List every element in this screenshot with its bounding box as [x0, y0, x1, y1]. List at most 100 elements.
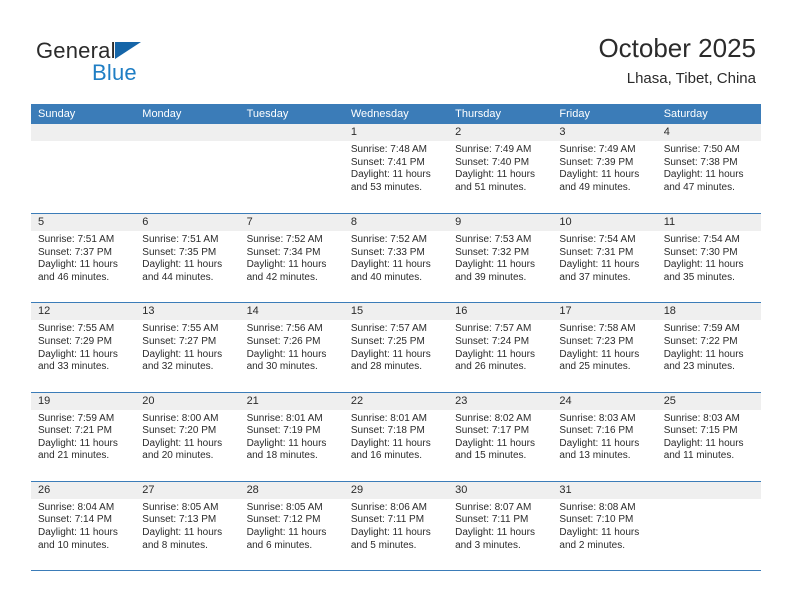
date-number: 18 — [663, 305, 676, 318]
day-detail-text: Sunrise: 7:49 AM Sunset: 7:39 PM Daylight:… — [552, 141, 656, 194]
day-of-week-header: Wednesday — [350, 108, 409, 120]
date-number: 25 — [663, 394, 676, 407]
day-detail-text: Sunrise: 7:59 AM Sunset: 7:21 PM Daylight:… — [31, 410, 135, 463]
calendar-day-cell[interactable]: 8 Sunrise: 7:52 AM Sunset: 7:33 PM Daylight… — [343, 214, 449, 303]
sunset-line: Sunset: 7:32 PM — [455, 246, 530, 258]
daylight-line: Daylight: 11 hours — [38, 526, 118, 538]
date-number: 22 — [350, 394, 364, 407]
daylight-line: and 25 minutes. — [559, 361, 631, 373]
day-detail-text — [135, 141, 239, 144]
calendar-day-cell[interactable]: 13 Sunrise: 7:55 AM Sunset: 7:27 PM Dayligh… — [135, 303, 240, 392]
calendar-day-cell[interactable]: 18 Sunrise: 7:59 AM Sunset: 7:22 PM Dayligh… — [656, 303, 761, 392]
daylight-line: Daylight: 11 hours — [246, 348, 327, 360]
daylight-line: and 51 minutes. — [455, 181, 527, 193]
daylight-line: Daylight: 11 hours — [455, 169, 535, 181]
day-of-week-header: Sunday — [38, 108, 76, 120]
calendar-day-cell[interactable]: 15 Sunrise: 7:57 AM Sunset: 7:25 PM Dayligh… — [343, 303, 449, 392]
calendar-day-cell[interactable]: 2 Sunrise: 7:49 AM Sunset: 7:40 PM Daylight… — [448, 124, 553, 214]
calendar-day-cell[interactable]: 5 Sunrise: 7:51 AM Sunset: 7:37 PM Daylight… — [31, 214, 136, 303]
daylight-line: Daylight: 11 hours — [559, 259, 640, 271]
sunrise-line: Sunrise: 7:54 AM — [559, 234, 636, 246]
sunrise-line: Sunrise: 8:06 AM — [350, 501, 427, 513]
day-of-week-header: Saturday — [663, 108, 708, 120]
sunrise-line: Sunrise: 7:55 AM — [142, 323, 219, 335]
sunrise-line: Sunrise: 7:53 AM — [455, 234, 532, 246]
daylight-line: and 5 minutes. — [350, 539, 417, 551]
sunrise-line: Sunrise: 7:51 AM — [38, 234, 115, 246]
daylight-line: Daylight: 11 hours — [350, 169, 431, 181]
calendar-day-cell[interactable]: 31 Sunrise: 8:08 AM Sunset: 7:10 PM Dayligh… — [552, 481, 657, 570]
date-number: 26 — [38, 483, 51, 496]
calendar-day-cell[interactable]: 25 Sunrise: 8:03 AM Sunset: 7:15 PM Dayligh… — [656, 392, 761, 481]
daylight-line: and 32 minutes. — [142, 361, 214, 373]
sunset-line: Sunset: 7:18 PM — [350, 425, 425, 437]
calendar-day-cell[interactable]: 29 Sunrise: 8:06 AM Sunset: 7:11 PM Dayligh… — [343, 481, 449, 570]
day-detail-text: Sunrise: 7:50 AM Sunset: 7:38 PM Daylight:… — [657, 141, 761, 194]
sunrise-line: Sunrise: 7:57 AM — [350, 323, 427, 335]
daylight-line: Daylight: 11 hours — [455, 348, 535, 360]
date-number: 17 — [559, 305, 572, 318]
sunrise-line: Sunrise: 7:59 AM — [38, 412, 115, 424]
sunset-line: Sunset: 7:20 PM — [142, 425, 217, 437]
sunset-line: Sunset: 7:34 PM — [246, 246, 321, 258]
date-band: 2 — [448, 124, 553, 141]
calendar-day-cell[interactable]: 4 Sunrise: 7:50 AM Sunset: 7:38 PM Daylight… — [656, 124, 761, 214]
day-detail-text: Sunrise: 7:48 AM Sunset: 7:41 PM Daylight:… — [344, 141, 448, 194]
calendar-day-cell[interactable]: 16 Sunrise: 7:57 AM Sunset: 7:24 PM Dayligh… — [448, 303, 553, 392]
date-number: 23 — [455, 394, 468, 407]
calendar-day-cell[interactable]: 10 Sunrise: 7:54 AM Sunset: 7:31 PM Dayligh… — [552, 214, 657, 303]
calendar-day-cell[interactable]: 28 Sunrise: 8:05 AM Sunset: 7:12 PM Dayligh… — [239, 481, 344, 570]
calendar-day-cell[interactable]: 3 Sunrise: 7:49 AM Sunset: 7:39 PM Daylight… — [552, 124, 657, 214]
calendar-week-row: 1 Sunrise: 7:48 AM Sunset: 7:41 PM Daylight… — [31, 124, 761, 214]
sunrise-line: Sunrise: 7:56 AM — [246, 323, 323, 335]
calendar-weeks: 1 Sunrise: 7:48 AM Sunset: 7:41 PM Daylight… — [31, 124, 761, 570]
calendar-day-cell[interactable]: 23 Sunrise: 8:02 AM Sunset: 7:17 PM Dayligh… — [448, 392, 553, 481]
calendar-day-cell[interactable]: 20 Sunrise: 8:00 AM Sunset: 7:20 PM Dayligh… — [135, 392, 240, 481]
date-band: 5 — [31, 214, 136, 232]
day-detail-text: Sunrise: 8:05 AM Sunset: 7:12 PM Daylight:… — [240, 499, 344, 552]
calendar-day-cell[interactable]: 14 Sunrise: 7:56 AM Sunset: 7:26 PM Dayligh… — [239, 303, 344, 392]
calendar-day-cell[interactable]: 21 Sunrise: 8:01 AM Sunset: 7:19 PM Dayligh… — [239, 392, 344, 481]
day-detail-text: Sunrise: 7:54 AM Sunset: 7:30 PM Daylight:… — [657, 231, 761, 284]
date-number: 3 — [559, 126, 566, 138]
day-detail-text: Sunrise: 7:57 AM Sunset: 7:25 PM Daylight:… — [344, 320, 448, 373]
sunrise-line: Sunrise: 7:55 AM — [38, 323, 115, 335]
daylight-line: Daylight: 11 hours — [142, 526, 223, 538]
daylight-line: Daylight: 11 hours — [559, 348, 640, 360]
day-detail-text — [31, 141, 135, 144]
date-band — [239, 124, 344, 141]
calendar-day-cell[interactable]: 27 Sunrise: 8:05 AM Sunset: 7:13 PM Dayligh… — [135, 481, 240, 570]
date-number: 15 — [350, 305, 364, 318]
calendar-day-cell[interactable]: 26 Sunrise: 8:04 AM Sunset: 7:14 PM Dayligh… — [31, 481, 136, 570]
date-band: 11 — [656, 214, 761, 232]
calendar-day-cell[interactable]: 19 Sunrise: 7:59 AM Sunset: 7:21 PM Dayligh… — [31, 392, 136, 481]
daylight-line: and 20 minutes. — [142, 450, 214, 462]
sunset-line: Sunset: 7:26 PM — [246, 335, 321, 347]
calendar-day-cell[interactable]: 17 Sunrise: 7:58 AM Sunset: 7:23 PM Dayligh… — [552, 303, 657, 392]
date-number: 2 — [455, 126, 462, 138]
day-detail-text: Sunrise: 7:49 AM Sunset: 7:40 PM Daylight:… — [448, 141, 552, 194]
date-band: 26 — [31, 481, 136, 499]
sunset-line: Sunset: 7:11 PM — [455, 514, 529, 526]
calendar-day-cell[interactable]: 11 Sunrise: 7:54 AM Sunset: 7:30 PM Dayligh… — [656, 214, 761, 303]
daylight-line: and 35 minutes. — [663, 271, 735, 283]
calendar-day-cell[interactable]: 7 Sunrise: 7:52 AM Sunset: 7:34 PM Daylight… — [239, 214, 344, 303]
sunrise-line: Sunrise: 7:58 AM — [559, 323, 636, 335]
calendar-day-cell[interactable]: 30 Sunrise: 8:07 AM Sunset: 7:11 PM Dayligh… — [448, 481, 553, 570]
calendar-day-cell[interactable]: 9 Sunrise: 7:53 AM Sunset: 7:32 PM Daylight… — [448, 214, 553, 303]
calendar-day-cell[interactable]: 6 Sunrise: 7:51 AM Sunset: 7:35 PM Daylight… — [135, 214, 240, 303]
daylight-line: Daylight: 11 hours — [455, 437, 535, 449]
calendar-day-cell[interactable]: 1 Sunrise: 7:48 AM Sunset: 7:41 PM Daylight… — [343, 124, 449, 214]
calendar-day-cell[interactable]: 22 Sunrise: 8:01 AM Sunset: 7:18 PM Dayligh… — [343, 392, 449, 481]
daylight-line: Daylight: 11 hours — [38, 437, 118, 449]
date-number: 11 — [663, 216, 676, 229]
date-band: 4 — [656, 124, 761, 141]
calendar-week-row: 12 Sunrise: 7:55 AM Sunset: 7:29 PM Dayligh… — [31, 302, 761, 392]
date-number: 19 — [38, 394, 51, 407]
calendar-day-cell[interactable]: 24 Sunrise: 8:03 AM Sunset: 7:16 PM Dayligh… — [552, 392, 657, 481]
day-detail-text: Sunrise: 7:53 AM Sunset: 7:32 PM Daylight:… — [448, 231, 552, 284]
day-detail-text: Sunrise: 7:55 AM Sunset: 7:27 PM Daylight:… — [135, 320, 239, 373]
page-header: General Blue October 2025 Lhasa, Tibet, … — [0, 0, 792, 102]
calendar-grid: Sunday Monday Tuesday Wednesday Thursday Frid… — [31, 104, 761, 570]
calendar-day-cell[interactable]: 12 Sunrise: 7:55 AM Sunset: 7:29 PM Dayligh… — [31, 303, 136, 392]
